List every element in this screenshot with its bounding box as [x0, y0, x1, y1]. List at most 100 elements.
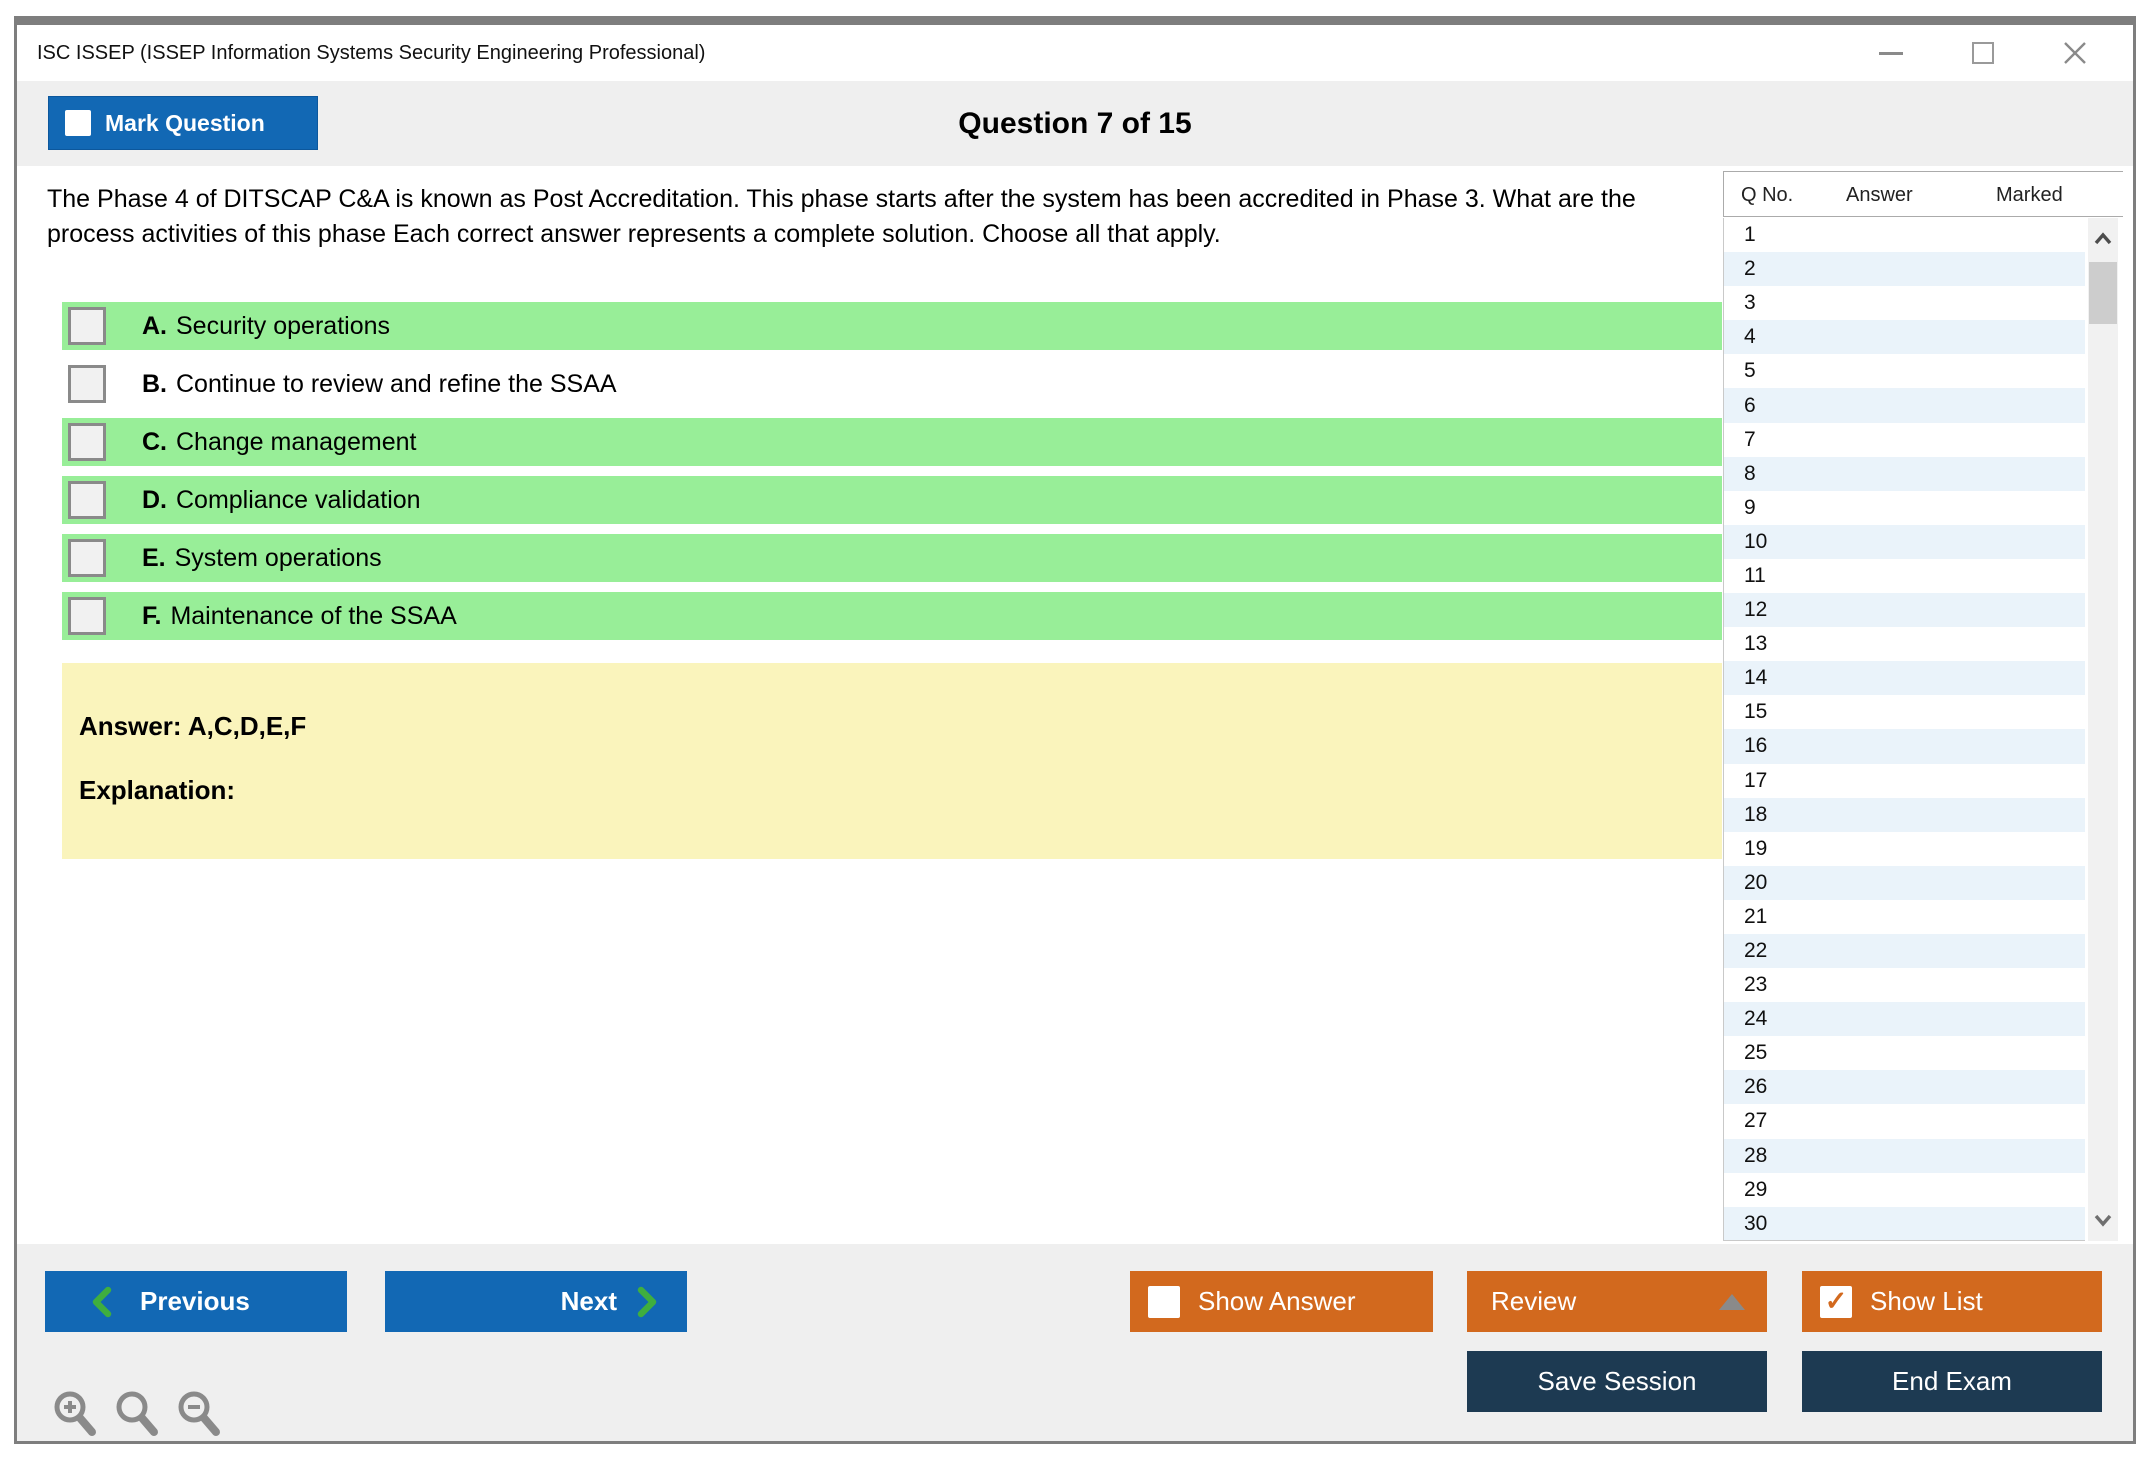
chevron-up-icon — [2094, 232, 2112, 245]
question-number: 21 — [1744, 904, 1768, 928]
option-letter: B. — [142, 369, 167, 398]
question-number: 17 — [1744, 768, 1768, 792]
question-list-row[interactable]: 15 — [1724, 695, 2085, 729]
show-answer-checkbox[interactable] — [1148, 1285, 1180, 1318]
answer-option-row[interactable]: D. Compliance validation — [62, 476, 1722, 524]
answer-option-row[interactable]: C. Change management — [62, 418, 1722, 466]
check-icon: ✓ — [1824, 1286, 1848, 1316]
question-list-row[interactable]: 21 — [1724, 900, 2085, 934]
answer-option-row[interactable]: A. Security operations — [62, 302, 1722, 350]
question-number: 5 — [1744, 359, 1756, 383]
option-checkbox[interactable] — [68, 307, 106, 345]
question-list-row[interactable]: 10 — [1724, 524, 2085, 559]
question-number: 25 — [1744, 1041, 1768, 1065]
option-text: Maintenance of the SSAA — [170, 601, 457, 630]
mark-question-checkbox[interactable] — [65, 110, 91, 136]
question-list-row[interactable]: 2 — [1724, 252, 2085, 287]
close-button[interactable] — [2061, 39, 2089, 67]
question-list-row[interactable]: 14 — [1724, 661, 2085, 696]
question-list-row[interactable]: 12 — [1724, 593, 2085, 628]
explanation-label: Explanation: — [79, 775, 236, 805]
answer-option-row[interactable]: B. Continue to review and refine the SSAA — [62, 360, 1722, 408]
question-list-row[interactable]: 5 — [1724, 354, 2085, 388]
question-list-row[interactable]: 30 — [1724, 1206, 2085, 1240]
question-number: 10 — [1744, 529, 1768, 553]
question-list-row[interactable]: 13 — [1724, 627, 2085, 661]
question-list-row[interactable]: 18 — [1724, 797, 2085, 832]
question-number: 27 — [1744, 1109, 1768, 1133]
maximize-button[interactable] — [1969, 39, 1997, 67]
question-list-row[interactable]: 22 — [1724, 933, 2085, 969]
question-list-row[interactable]: 9 — [1724, 491, 2085, 525]
question-list-row[interactable]: 16 — [1724, 729, 2085, 764]
question-list-row[interactable]: 28 — [1724, 1138, 2085, 1173]
question-number: 20 — [1744, 870, 1768, 894]
question-list-row[interactable]: 27 — [1724, 1104, 2085, 1138]
chevron-down-icon — [2094, 1214, 2112, 1227]
zoom-out-icon[interactable] — [174, 1388, 224, 1442]
question-list-row[interactable]: 6 — [1724, 388, 2085, 423]
end-exam-button[interactable]: End Exam — [1802, 1351, 2102, 1412]
previous-button[interactable]: Previous — [45, 1271, 347, 1332]
close-icon — [2064, 42, 2086, 64]
question-number: 28 — [1744, 1143, 1768, 1167]
question-number: 18 — [1744, 802, 1768, 826]
question-list-row[interactable]: 24 — [1724, 1002, 2085, 1037]
question-list-row[interactable]: 20 — [1724, 865, 2085, 900]
scroll-up-button[interactable] — [2088, 220, 2118, 258]
question-list-row[interactable]: 19 — [1724, 832, 2085, 866]
question-number: 16 — [1744, 734, 1768, 758]
show-list-checkbox[interactable]: ✓ — [1820, 1285, 1852, 1318]
option-checkbox[interactable] — [68, 423, 106, 461]
title-bar: ISC ISSEP (ISSEP Information Systems Sec… — [17, 25, 2133, 81]
main-panel: The Phase 4 of DITSCAP C&A is known as P… — [17, 166, 2133, 1244]
option-checkbox[interactable] — [68, 539, 106, 577]
minimize-button[interactable] — [1877, 39, 1905, 67]
mark-question-button[interactable]: Mark Question — [48, 96, 318, 150]
chevron-left-icon — [92, 1286, 112, 1317]
question-list-row[interactable]: 11 — [1724, 559, 2085, 593]
question-list: 1 2 3 4 5 6 7 8 9 10 11 12 13 14 15 16 17 18 19 20 21 22 23 24 2… — [1723, 218, 2085, 1241]
scrollbar-thumb[interactable] — [2089, 262, 2117, 324]
show-list-button[interactable]: ✓ Show List — [1802, 1271, 2102, 1332]
question-list-scrollbar[interactable] — [2088, 218, 2118, 1241]
answer-option-row[interactable]: E. System operations — [62, 534, 1722, 582]
option-checkbox[interactable] — [68, 597, 106, 635]
question-number: 4 — [1744, 325, 1756, 349]
scroll-down-button[interactable] — [2088, 1201, 2118, 1239]
show-answer-button[interactable]: Show Answer — [1130, 1271, 1433, 1332]
question-number: 15 — [1744, 700, 1768, 724]
chevron-right-icon — [637, 1286, 657, 1317]
save-session-button[interactable]: Save Session — [1467, 1351, 1767, 1412]
zoom-reset-icon[interactable] — [112, 1388, 162, 1442]
question-list-row[interactable]: 17 — [1724, 764, 2085, 798]
column-qno: Q No. — [1741, 184, 1794, 206]
question-list-row[interactable]: 3 — [1724, 286, 2085, 320]
end-exam-label: End Exam — [1892, 1366, 2012, 1396]
question-number: 3 — [1744, 291, 1756, 315]
question-number: 12 — [1744, 598, 1768, 622]
question-number: 6 — [1744, 393, 1756, 417]
next-button[interactable]: Next — [385, 1271, 687, 1332]
question-number: 19 — [1744, 836, 1768, 860]
option-checkbox[interactable] — [68, 481, 106, 519]
question-list-row[interactable]: 8 — [1724, 456, 2085, 491]
question-list-row[interactable]: 25 — [1724, 1036, 2085, 1070]
question-list-row[interactable]: 29 — [1724, 1173, 2085, 1207]
question-list-row[interactable]: 4 — [1724, 320, 2085, 355]
review-button[interactable]: Review — [1467, 1271, 1767, 1332]
show-answer-label: Show Answer — [1198, 1286, 1356, 1316]
option-checkbox[interactable] — [68, 365, 106, 403]
question-number: 24 — [1744, 1007, 1768, 1031]
option-letter: E. — [142, 543, 166, 572]
question-number: 22 — [1744, 939, 1768, 963]
answer-option-row[interactable]: F. Maintenance of the SSAA — [62, 592, 1722, 640]
question-list-row[interactable]: 26 — [1724, 1070, 2085, 1105]
footer-bar: Previous Next Show Answer Review ✓ Show … — [17, 1244, 2133, 1441]
zoom-in-icon[interactable] — [50, 1388, 100, 1442]
question-list-row[interactable]: 1 — [1724, 218, 2085, 252]
question-list-row[interactable]: 23 — [1724, 968, 2085, 1002]
question-list-row[interactable]: 7 — [1724, 423, 2085, 457]
option-letter: F. — [142, 601, 162, 630]
question-number: 26 — [1744, 1075, 1768, 1099]
